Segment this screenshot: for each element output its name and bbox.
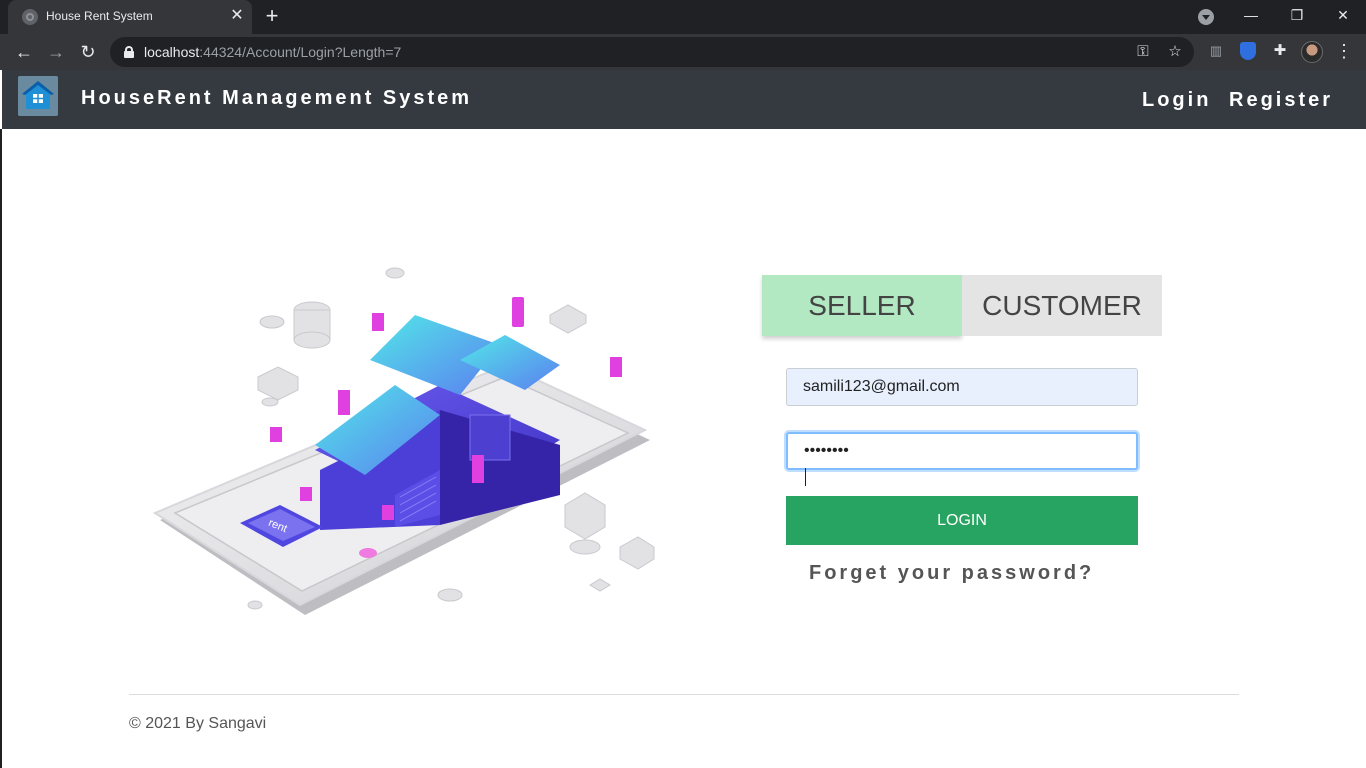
- back-arrow-icon[interactable]: ←: [12, 40, 36, 64]
- site-brand[interactable]: HouseRent Management System: [81, 87, 472, 110]
- browser-toolbar: ← → ↻ localhost:44324/Account/Login?Leng…: [0, 34, 1366, 70]
- minimize-button[interactable]: —: [1239, 4, 1263, 26]
- url-text: localhost:44324/Account/Login?Length=7: [144, 44, 402, 60]
- browser-menu-icon[interactable]: ⋮: [1334, 40, 1354, 64]
- nav-login-link[interactable]: Login: [1142, 89, 1211, 112]
- tab-close-icon[interactable]: ✕: [228, 7, 246, 25]
- tab-search-icon[interactable]: [1198, 9, 1214, 25]
- nav-register-link[interactable]: Register: [1229, 89, 1333, 112]
- globe-icon: [22, 9, 38, 25]
- forward-arrow-icon[interactable]: →: [44, 40, 68, 64]
- browser-tab-strip: House Rent System ✕ + — ❐ ✕: [0, 0, 1366, 34]
- tab-title: House Rent System: [46, 9, 153, 23]
- login-button[interactable]: LOGIN: [786, 496, 1138, 545]
- new-tab-button[interactable]: +: [261, 5, 283, 27]
- tab-customer[interactable]: CUSTOMER: [962, 275, 1162, 336]
- key-icon[interactable]: ⚿: [1132, 41, 1154, 63]
- restore-button[interactable]: ❐: [1285, 4, 1309, 26]
- window-edge: [0, 129, 2, 768]
- password-field[interactable]: ••••••••: [786, 432, 1138, 486]
- house-on-phone-illustration: rent: [140, 265, 680, 645]
- profile-avatar[interactable]: [1301, 41, 1323, 63]
- bookmark-star-icon[interactable]: ☆: [1164, 41, 1186, 63]
- text-cursor: [805, 468, 806, 486]
- role-tabs: SELLER CUSTOMER: [762, 275, 1162, 336]
- email-field[interactable]: samili123@gmail.com: [786, 368, 1138, 406]
- tab-seller[interactable]: SELLER: [762, 275, 962, 336]
- site-navbar: HouseRent Management System Login Regist…: [2, 70, 1366, 129]
- window-close-button[interactable]: ✕: [1331, 4, 1355, 26]
- email-value: samili123@gmail.com: [803, 378, 960, 395]
- password-masked-value: ••••••••: [804, 434, 1136, 486]
- house-logo-icon[interactable]: [18, 76, 58, 116]
- forgot-password-link[interactable]: Forget your password?: [809, 562, 1094, 585]
- extensions-puzzle-icon[interactable]: ✚: [1270, 41, 1290, 61]
- reload-icon[interactable]: ↻: [76, 40, 100, 64]
- extension-chart-icon[interactable]: ▥: [1206, 41, 1226, 61]
- browser-tab[interactable]: House Rent System ✕: [8, 0, 252, 34]
- footer-copyright: © 2021 By Sangavi: [129, 715, 267, 732]
- address-bar[interactable]: localhost:44324/Account/Login?Length=7 ⚿…: [110, 37, 1194, 67]
- lock-icon: [124, 46, 134, 58]
- bitwarden-shield-icon[interactable]: [1238, 41, 1258, 61]
- footer-divider: [129, 694, 1239, 695]
